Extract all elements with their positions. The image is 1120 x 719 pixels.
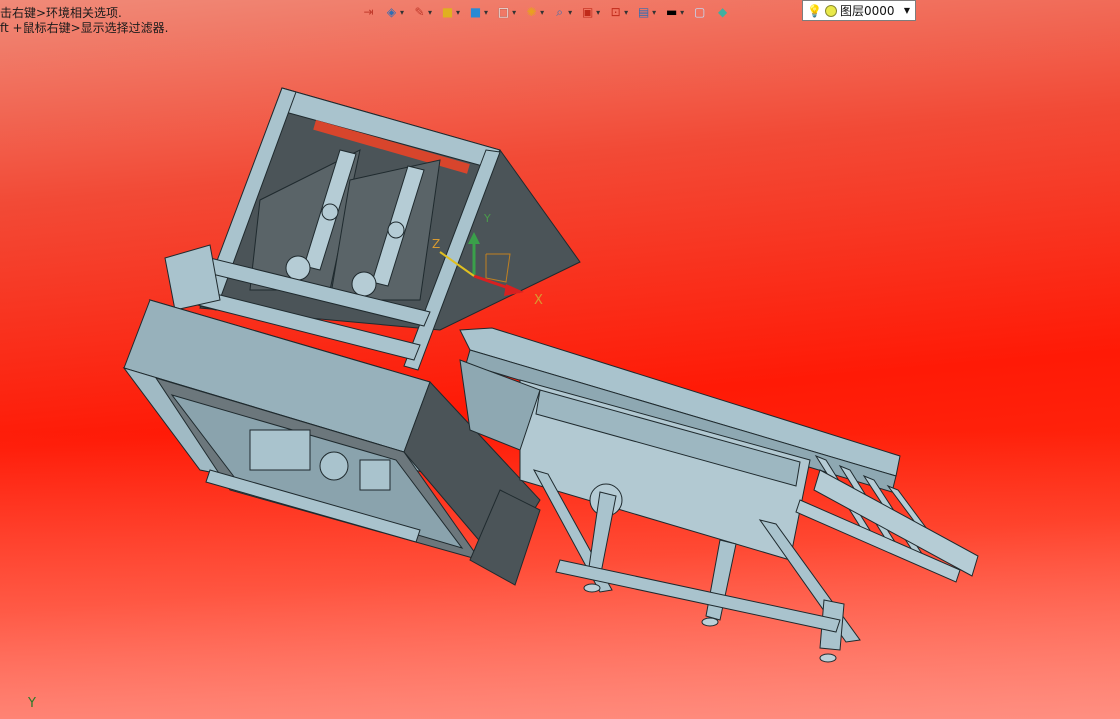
cad-model-viewport[interactable]: X Y Z <box>0 0 1120 719</box>
axis-x-label: X <box>534 293 543 308</box>
axis-y-label: Y <box>483 212 491 225</box>
axis-z-label: Z <box>432 237 440 251</box>
corner-axis-y-label: Y <box>28 696 36 711</box>
conveyor-section <box>459 327 979 663</box>
